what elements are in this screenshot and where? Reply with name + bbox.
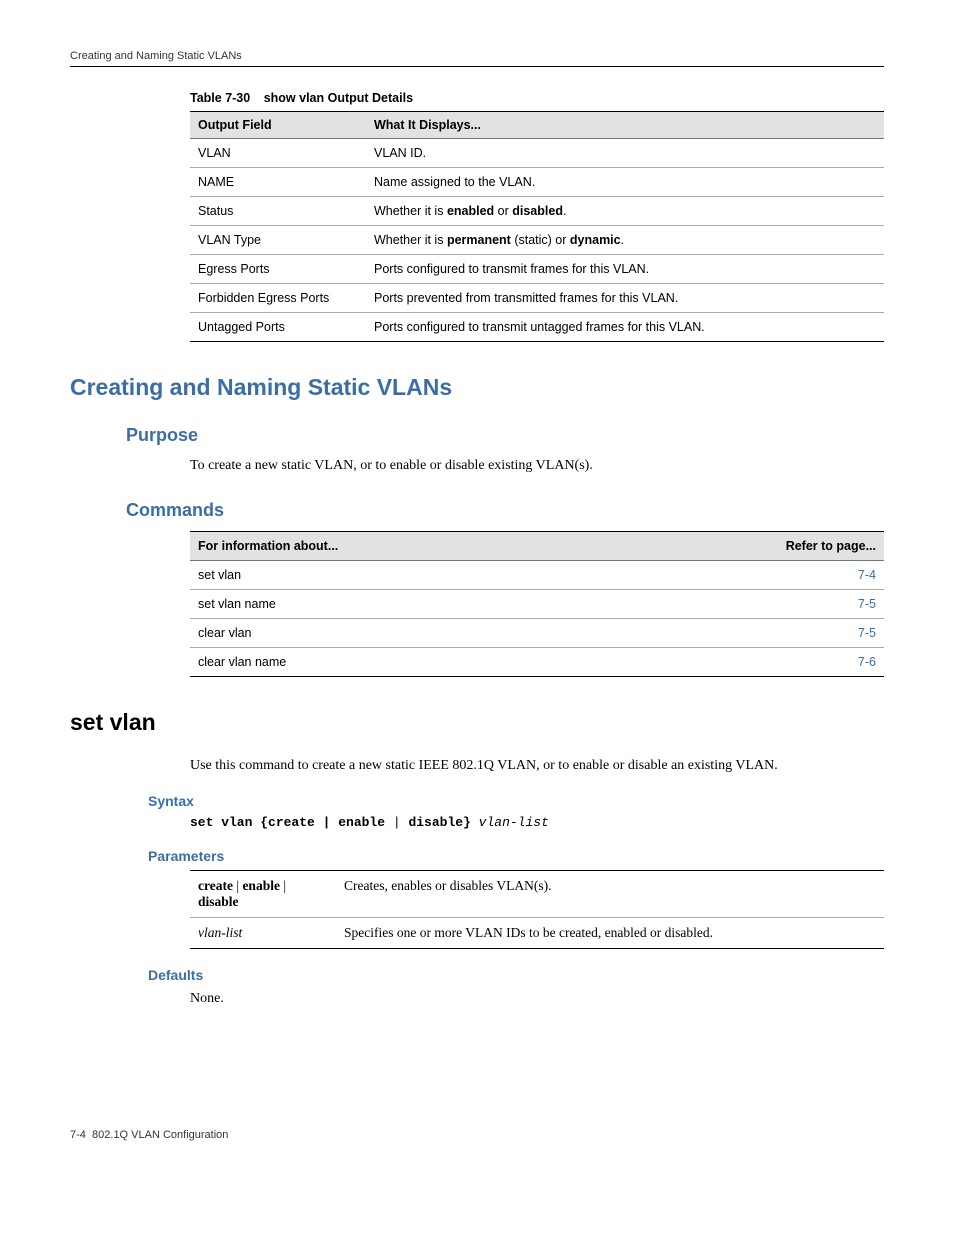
param-desc: Creates, enables or disables VLAN(s). <box>336 871 884 918</box>
th-refer-page: Refer to page... <box>603 531 884 560</box>
table-caption: Table 7-30 show vlan Output Details <box>190 91 884 105</box>
page-link[interactable]: 7-5 <box>858 597 876 611</box>
subheading-defaults: Defaults <box>148 967 884 983</box>
table-row: Forbidden Egress Ports Ports prevented f… <box>190 284 884 313</box>
param-desc: Specifies one or more VLAN IDs to be cre… <box>336 918 884 949</box>
table-row: clear vlan name 7-6 <box>190 647 884 676</box>
cell-desc: Ports configured to transmit untagged fr… <box>366 313 884 342</box>
syntax-ital: vlan-list <box>471 815 549 830</box>
table-row: set vlan 7-4 <box>190 560 884 589</box>
syntax-kw2: disable} <box>408 815 470 830</box>
cmd-name: clear vlan <box>190 618 603 647</box>
cell-field: VLAN <box>190 139 366 168</box>
cell-field: Untagged Ports <box>190 313 366 342</box>
param-name: create | enable | disable <box>190 871 336 918</box>
page-footer: 7-4 802.1Q VLAN Configuration <box>70 1129 884 1141</box>
cell-field: Status <box>190 197 366 226</box>
table-title: show vlan Output Details <box>264 91 413 105</box>
th-output-field: Output Field <box>190 112 366 139</box>
set-vlan-intro: Use this command to create a new static … <box>190 756 884 776</box>
cmd-name: set vlan name <box>190 589 603 618</box>
header-text: Creating and Naming Static VLANs <box>70 50 242 62</box>
footer-page: 7-4 <box>70 1129 86 1141</box>
table-number: Table 7-30 <box>190 91 250 105</box>
table-row: Untagged Ports Ports configured to trans… <box>190 313 884 342</box>
cell-desc: Whether it is enabled or disabled. <box>366 197 884 226</box>
table-row: clear vlan 7-5 <box>190 618 884 647</box>
th-what-displays: What It Displays... <box>366 112 884 139</box>
cell-desc: Ports prevented from transmitted frames … <box>366 284 884 313</box>
th-info-about: For information about... <box>190 531 603 560</box>
defaults-text: None. <box>190 989 884 1009</box>
param-name: vlan-list <box>190 918 336 949</box>
cmd-page: 7-5 <box>603 618 884 647</box>
cmd-page: 7-5 <box>603 589 884 618</box>
cell-field: Egress Ports <box>190 255 366 284</box>
footer-chapter: 802.1Q VLAN Configuration <box>92 1129 228 1141</box>
subheading-purpose: Purpose <box>126 425 884 446</box>
table-row: create | enable | disable Creates, enabl… <box>190 871 884 918</box>
page-link[interactable]: 7-6 <box>858 655 876 669</box>
subheading-parameters: Parameters <box>148 848 884 864</box>
syntax-pipe: | <box>385 815 408 830</box>
syntax-code: set vlan {create | enable | disable} vla… <box>190 815 884 830</box>
cmd-name: clear vlan name <box>190 647 603 676</box>
table-row: Status Whether it is enabled or disabled… <box>190 197 884 226</box>
commands-table: For information about... Refer to page..… <box>190 531 884 677</box>
cmd-name: set vlan <box>190 560 603 589</box>
syntax-kw: set vlan {create | enable <box>190 815 385 830</box>
subheading-commands: Commands <box>126 500 884 521</box>
cell-field: NAME <box>190 168 366 197</box>
parameters-table: create | enable | disable Creates, enabl… <box>190 870 884 949</box>
cell-field: Forbidden Egress Ports <box>190 284 366 313</box>
table-row: VLAN Type Whether it is permanent (stati… <box>190 226 884 255</box>
output-details-table: Output Field What It Displays... VLAN VL… <box>190 111 884 342</box>
section-heading-creating: Creating and Naming Static VLANs <box>70 374 884 401</box>
running-header: Creating and Naming Static VLANs <box>70 50 884 67</box>
table-row: vlan-list Specifies one or more VLAN IDs… <box>190 918 884 949</box>
table-row: VLAN VLAN ID. <box>190 139 884 168</box>
cell-field: VLAN Type <box>190 226 366 255</box>
cell-desc: VLAN ID. <box>366 139 884 168</box>
page-link[interactable]: 7-5 <box>858 626 876 640</box>
subheading-syntax: Syntax <box>148 793 884 809</box>
cell-desc: Ports configured to transmit frames for … <box>366 255 884 284</box>
table-row: NAME Name assigned to the VLAN. <box>190 168 884 197</box>
cmd-page: 7-4 <box>603 560 884 589</box>
table-row: set vlan name 7-5 <box>190 589 884 618</box>
purpose-text: To create a new static VLAN, or to enabl… <box>190 456 884 476</box>
cell-desc: Name assigned to the VLAN. <box>366 168 884 197</box>
page-link[interactable]: 7-4 <box>858 568 876 582</box>
cmd-page: 7-6 <box>603 647 884 676</box>
table-row: Egress Ports Ports configured to transmi… <box>190 255 884 284</box>
cell-desc: Whether it is permanent (static) or dyna… <box>366 226 884 255</box>
section-heading-set-vlan: set vlan <box>70 709 884 736</box>
